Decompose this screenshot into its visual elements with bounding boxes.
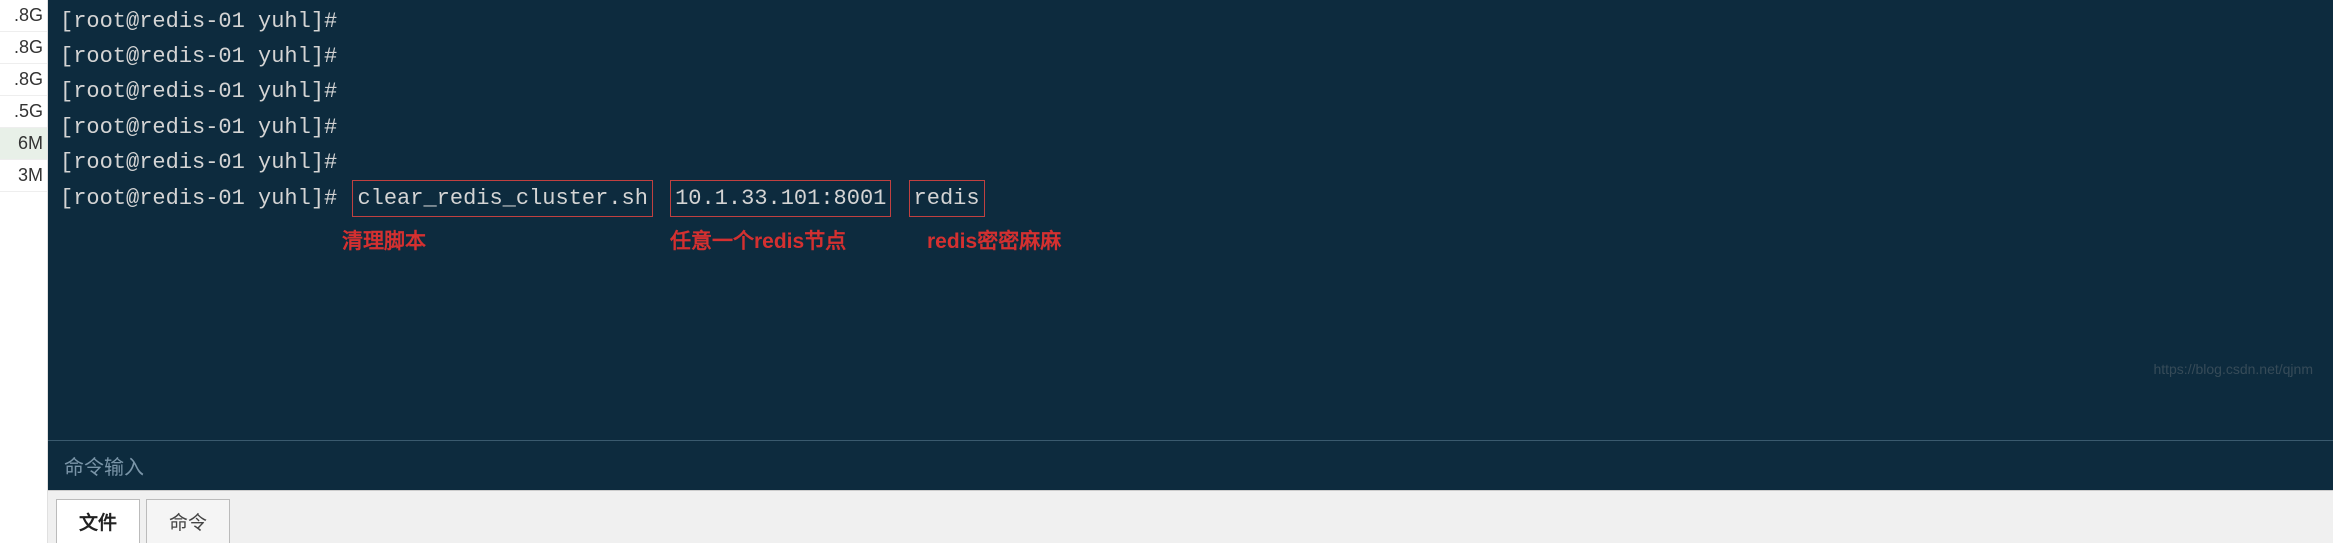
tab-file[interactable]: 文件 xyxy=(56,499,140,543)
watermark: https://blog.csdn.net/qjnm xyxy=(2153,358,2313,380)
terminal-line: [root@redis-01 yuhl]# xyxy=(60,39,2321,74)
command-node: 10.1.33.101:8001 xyxy=(670,180,891,217)
annotation-script: 清理脚本 xyxy=(342,225,426,259)
terminal-line: [root@redis-01 yuhl]# xyxy=(60,110,2321,145)
sidebar: .8G .8G .8G .5G 6M 3M xyxy=(0,0,48,543)
sidebar-size-item: .5G xyxy=(0,96,47,128)
terminal-output[interactable]: [root@redis-01 yuhl]# [root@redis-01 yuh… xyxy=(48,0,2333,440)
annotation-password: redis密密麻麻 xyxy=(927,225,1061,259)
sidebar-size-item[interactable]: 6M xyxy=(0,128,47,160)
tab-bar: 文件 命令 xyxy=(56,499,2325,543)
annotations: 清理脚本 任意一个redis节点 redis密密麻麻 xyxy=(60,225,2321,265)
sidebar-size-item: .8G xyxy=(0,0,47,32)
annotation-node: 任意一个redis节点 xyxy=(670,225,846,259)
command-input-bar[interactable]: 命令输入 xyxy=(48,440,2333,490)
sidebar-size-item: .8G xyxy=(0,32,47,64)
terminal-line: [root@redis-01 yuhl]# xyxy=(60,4,2321,39)
bottom-panel: 文件 命令 xyxy=(48,490,2333,543)
terminal-line: [root@redis-01 yuhl]# xyxy=(60,145,2321,180)
tab-command[interactable]: 命令 xyxy=(146,499,230,543)
command-password: redis xyxy=(909,180,985,217)
terminal-command-line: [root@redis-01 yuhl]# clear_redis_cluste… xyxy=(60,180,2321,217)
command-script: clear_redis_cluster.sh xyxy=(352,180,652,217)
sidebar-size-item: 3M xyxy=(0,160,47,192)
main-area: [root@redis-01 yuhl]# [root@redis-01 yuh… xyxy=(48,0,2333,543)
terminal-line: [root@redis-01 yuhl]# xyxy=(60,74,2321,109)
sidebar-size-item: .8G xyxy=(0,64,47,96)
terminal-prompt: [root@redis-01 yuhl]# xyxy=(60,181,350,216)
command-input-placeholder: 命令输入 xyxy=(64,457,144,479)
